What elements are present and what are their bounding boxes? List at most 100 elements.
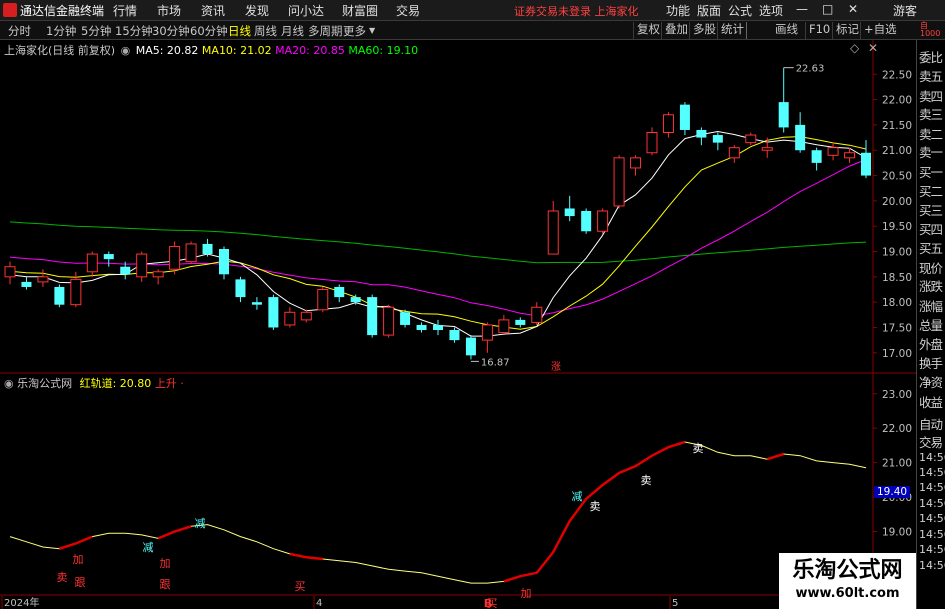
quote-field-4: 卖二	[919, 127, 943, 142]
menu-caifuquan[interactable]: 财富圈	[342, 2, 378, 19]
ma60-label: MA60: 19.10	[348, 44, 419, 57]
signal-label: 减	[572, 490, 583, 503]
candle-down	[334, 286, 345, 298]
ma20-line	[9, 159, 867, 317]
tab-5min[interactable]: 5分钟	[81, 23, 111, 39]
btn-duogu[interactable]: 多股	[689, 22, 719, 39]
maximize-icon[interactable]: □	[822, 2, 833, 16]
menu-gongneng[interactable]: 功能	[666, 2, 690, 19]
date-label: 4	[316, 598, 322, 609]
tab-1min[interactable]: 1分钟	[46, 23, 76, 39]
menu-gongshi[interactable]: 公式	[728, 2, 752, 19]
price-tick-label: 19.00	[882, 247, 912, 259]
candle-down	[235, 279, 246, 298]
tab-monthly[interactable]: 月线	[281, 23, 304, 39]
candle-down	[861, 152, 871, 176]
close-icon[interactable]: ✕	[848, 2, 858, 16]
menu-hangqing[interactable]: 行情	[113, 2, 137, 19]
btn-biaoji[interactable]: 标记	[832, 22, 862, 39]
main-legend: 上海家化(日线 前复权) ◉ MA5: 20.82 MA10: 21.02 MA…	[4, 42, 418, 58]
kline-chart[interactable]: 22.50 22.00 21.50 21.00 20.50 20.00 19.50 19.00…	[0, 40, 916, 609]
candle-up	[37, 276, 49, 283]
btn-diejia[interactable]: 叠加	[661, 22, 691, 39]
tab-weekly[interactable]: 周线	[254, 23, 277, 39]
settings-icon[interactable]: ◇	[850, 41, 859, 55]
tab-15min[interactable]: 15分钟	[115, 23, 153, 39]
candle-down	[515, 319, 526, 325]
candle-up	[761, 147, 773, 151]
trade-login-notice[interactable]: 证券交易未登录 上海家化	[514, 3, 639, 19]
candle-up	[547, 210, 559, 255]
candle-up	[86, 253, 98, 273]
signal-label: 加	[160, 557, 171, 570]
signal-label: 加	[73, 553, 84, 566]
quote-field-17: 净资	[919, 375, 943, 390]
tab-30min[interactable]: 30分钟	[152, 23, 190, 39]
candle-down	[564, 208, 575, 217]
signal-label: 加	[521, 587, 532, 600]
price-tick-label: 21.50	[882, 120, 912, 132]
quote-field-13: 涨幅	[919, 299, 943, 314]
period-toolbar: 分时 1分钟 5分钟 15分钟 30分钟 60分钟 日线 周线 月线 多周期 更…	[0, 21, 945, 40]
sub-toggle-icon[interactable]: ◉	[4, 377, 14, 390]
low-label: 16.87	[481, 357, 510, 368]
menu-zixun[interactable]: 资讯	[201, 2, 225, 19]
minimize-icon[interactable]: —	[796, 2, 808, 16]
signal-label: 卖	[693, 442, 704, 455]
btn-huaxian[interactable]: 画线	[746, 22, 801, 39]
tab-multi-period[interactable]: 多周期	[308, 23, 343, 39]
candle-up	[630, 157, 642, 169]
ma10-line	[9, 136, 867, 330]
candle-up	[597, 210, 609, 232]
menu-jiaoyi[interactable]: 交易	[396, 2, 420, 19]
tab-daily[interactable]: 日线	[228, 23, 251, 39]
tab-fenshi[interactable]: 分时	[8, 23, 31, 39]
candle-up	[169, 245, 181, 270]
watermark-url: www.60lt.com	[795, 586, 900, 601]
legend-toggle-icon[interactable]: ◉	[121, 44, 131, 57]
more-dropdown-icon[interactable]: ▼	[369, 26, 375, 35]
quote-field-10: 买五	[919, 241, 943, 256]
sub-tick-label: 22.00	[882, 423, 912, 435]
sub-tick-label: 23.00	[882, 389, 912, 401]
quote-field-2: 卖四	[919, 89, 943, 104]
btn-f10[interactable]: F10	[805, 22, 833, 39]
close-chart-icon[interactable]: ✕	[868, 41, 878, 55]
btn-fuquan[interactable]: 复权	[633, 22, 663, 39]
date-label: 5	[672, 598, 678, 609]
indicator-panel: 23.0022.0021.0020.0019.0018.00卖跟加减加跟减买买加…	[1, 389, 912, 609]
signal-label: 买	[295, 580, 306, 593]
signal-label: 卖	[641, 474, 652, 487]
menu-wenxiaoda[interactable]: 问小达	[288, 2, 324, 19]
red-track-segment	[157, 525, 192, 540]
ma5-label: MA5: 20.82	[135, 44, 199, 57]
price-tick-label: 21.00	[882, 145, 912, 157]
guest-label[interactable]: 游客	[893, 2, 917, 19]
app-logo-icon	[3, 3, 17, 17]
indicator-title: 乐淘公式网	[17, 377, 73, 390]
candle-up	[70, 278, 82, 306]
menu-faxian[interactable]: 发现	[245, 2, 269, 19]
menu-shichang[interactable]: 市场	[157, 2, 181, 19]
candle-down	[778, 102, 789, 128]
btn-add-watchlist[interactable]: +自选	[860, 22, 900, 39]
candle-up	[317, 289, 329, 311]
menu-xuanxiang[interactable]: 选项	[759, 2, 783, 19]
tab-more[interactable]: 更多	[343, 23, 366, 39]
ma5-line	[9, 130, 867, 337]
candle-down	[202, 243, 213, 255]
candle-down	[21, 281, 32, 287]
candle-up	[152, 271, 164, 278]
moving-averages	[9, 130, 867, 337]
ma20-label: MA20: 20.85	[275, 44, 345, 57]
sub-legend: ◉ 乐淘公式网 红轨道: 20.80 上升 ·	[4, 375, 184, 391]
tab-60min[interactable]: 60分钟	[190, 23, 228, 39]
quote-panel-header[interactable]: 自 1000	[920, 22, 940, 38]
quote-field-9: 买四	[919, 222, 943, 237]
quote-field-7: 买二	[919, 184, 943, 199]
menu-banmian[interactable]: 版面	[697, 2, 721, 19]
candle-down	[251, 302, 262, 305]
indicator-line	[9, 441, 867, 584]
btn-tongji[interactable]: 统计	[717, 22, 747, 39]
candle-down	[433, 324, 443, 331]
